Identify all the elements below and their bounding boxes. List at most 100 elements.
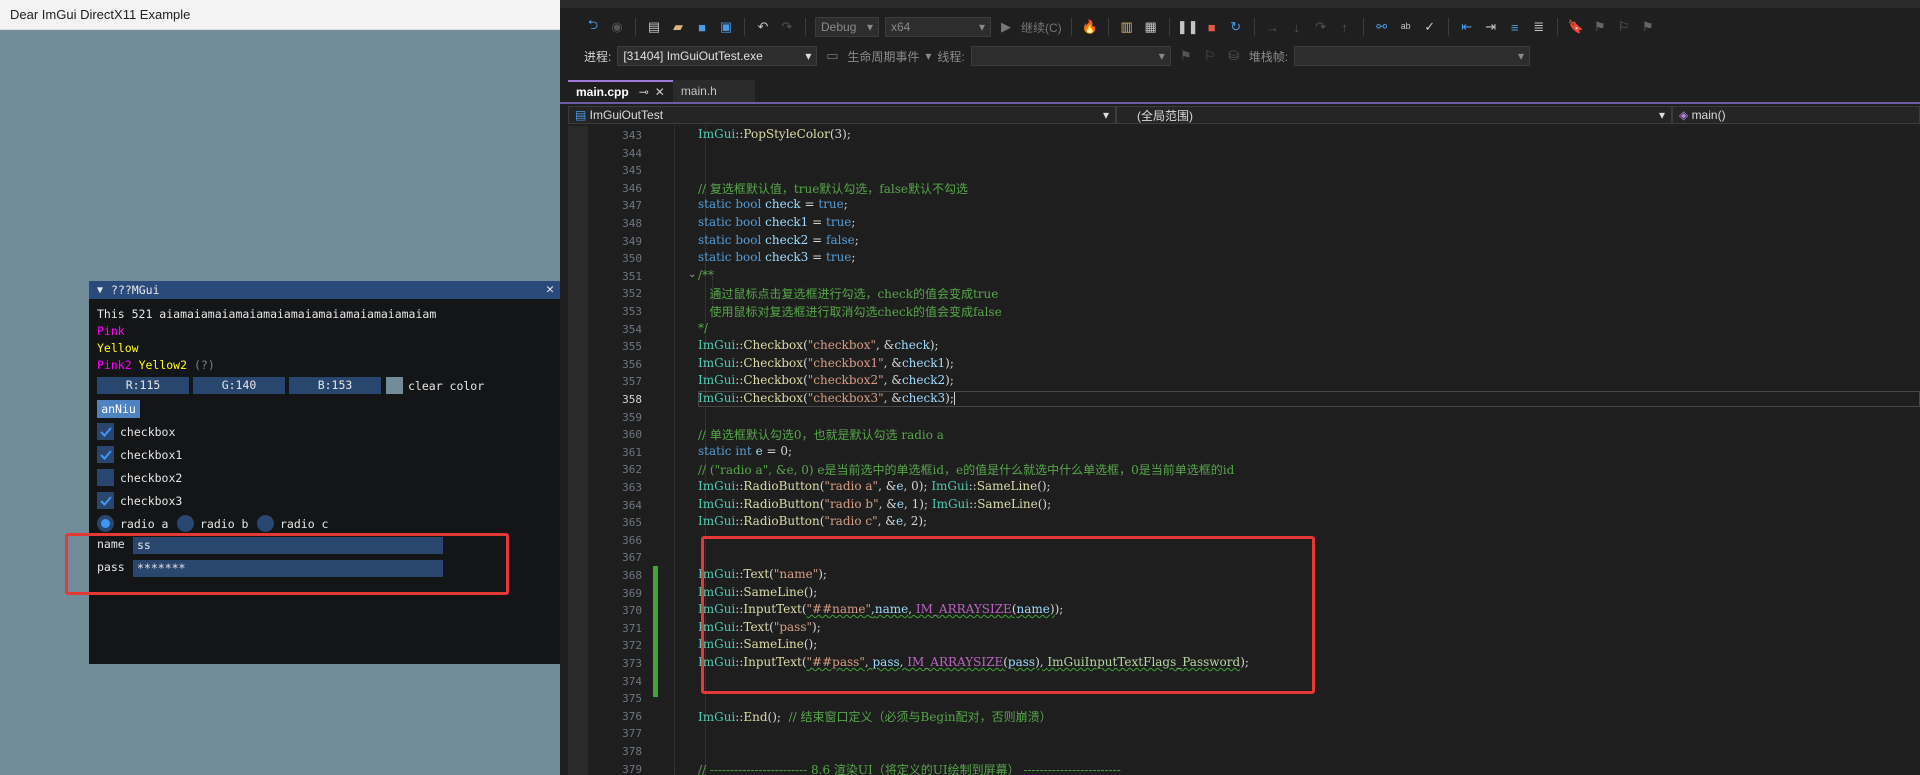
- flag-thread-icon[interactable]: ⚐: [1201, 47, 1219, 65]
- checkbox1-box[interactable]: [97, 446, 114, 463]
- checkbox2-box[interactable]: [97, 469, 114, 486]
- radio-a-dot[interactable]: [97, 515, 114, 532]
- pin-icon[interactable]: ⊸: [639, 85, 649, 99]
- checkbox-row[interactable]: checkbox: [97, 423, 175, 440]
- radio-b[interactable]: radio b: [177, 515, 248, 532]
- close-tab-icon[interactable]: ✕: [655, 85, 665, 99]
- radio-c-dot[interactable]: [257, 515, 274, 532]
- tab-main-h[interactable]: main.h: [672, 80, 755, 102]
- scope-dropdown[interactable]: (全局范围) ▾: [1116, 106, 1672, 124]
- code-line[interactable]: // 单选框默认勾选0，也就是默认勾选 radio a: [698, 426, 944, 443]
- code-line[interactable]: ImGui::RadioButton("radio a", &e, 0); Im…: [698, 479, 1051, 493]
- line-number: 361: [622, 445, 642, 459]
- line-number: 347: [622, 199, 642, 213]
- redo-icon[interactable]: ↷: [778, 18, 796, 36]
- step-over-icon[interactable]: ↷: [1312, 18, 1330, 36]
- code-line[interactable]: ImGui::Checkbox("checkbox2", &check2);: [698, 373, 954, 387]
- restart-icon[interactable]: ↻: [1227, 18, 1245, 36]
- code-line[interactable]: ImGui::RadioButton("radio c", &e, 2);: [698, 514, 927, 528]
- code-line[interactable]: 使用鼠标对复选框进行取消勾选check的值会变成false: [698, 303, 1001, 320]
- outdent-icon[interactable]: ⇥: [1482, 18, 1500, 36]
- code-line[interactable]: static bool check3 = true;: [698, 250, 855, 264]
- imgui-titlebar[interactable]: ▼ ???MGui ✕: [89, 281, 560, 299]
- checkbox3-row[interactable]: checkbox3: [97, 492, 182, 509]
- layout-icon[interactable]: ▦: [1142, 18, 1160, 36]
- play-icon[interactable]: ▶: [997, 18, 1015, 36]
- stop-icon[interactable]: ■: [1203, 18, 1221, 36]
- radio-b-dot[interactable]: [177, 515, 194, 532]
- checkbox1-row[interactable]: checkbox1: [97, 446, 182, 463]
- thread-select[interactable]: ▾: [970, 46, 1171, 66]
- checkbox2-row[interactable]: checkbox2: [97, 469, 182, 486]
- collapse-chevron-icon[interactable]: ⌄: [688, 269, 696, 280]
- code-line[interactable]: */: [698, 321, 708, 335]
- step-out-icon[interactable]: ↑: [1336, 18, 1354, 36]
- tab-main-cpp[interactable]: main.cpp ⊸ ✕: [568, 80, 673, 102]
- code-line[interactable]: ImGui::Checkbox("checkbox1", &check1);: [698, 356, 954, 370]
- imgui-window[interactable]: ▼ ???MGui ✕ This 521 aiamaiamaiamaiamaia…: [89, 281, 560, 664]
- filter-icon[interactable]: ⛁: [1225, 47, 1243, 65]
- new-project-icon[interactable]: ▤: [645, 18, 663, 36]
- spell-check-icon[interactable]: ᵃᵇ: [1397, 18, 1415, 36]
- flag-icon[interactable]: ⚑: [1177, 47, 1195, 65]
- configuration-select[interactable]: Debug ▾: [815, 17, 879, 37]
- code-map-icon[interactable]: ⚯: [1373, 18, 1391, 36]
- lifecycle-label[interactable]: 生命周期事件: [847, 48, 919, 65]
- code-line[interactable]: ImGui::Checkbox("checkbox", &check);: [698, 338, 939, 352]
- host-titlebar[interactable]: Dear ImGui DirectX11 Example: [0, 0, 560, 30]
- back-icon[interactable]: ⮌: [584, 17, 602, 36]
- code-line[interactable]: static bool check1 = true;: [698, 215, 855, 229]
- radio-a[interactable]: radio a: [97, 515, 168, 532]
- color-swatch[interactable]: [386, 377, 403, 394]
- check-icon[interactable]: ✓: [1421, 18, 1439, 36]
- code-line[interactable]: ImGui::End(); // 结束窗口定义（必须与Begin配对，否则崩溃）: [698, 708, 1052, 725]
- help-marker[interactable]: (?): [194, 358, 215, 372]
- browse-icon[interactable]: ▥: [1118, 18, 1136, 36]
- bookmark-next-icon[interactable]: ⚐: [1615, 18, 1633, 36]
- code-editor[interactable]: ⌄ 343 ImGui::PopStyleColor(3); 344 345 346//…: [568, 126, 1920, 775]
- indent-icon[interactable]: ⇤: [1458, 18, 1476, 36]
- undo-icon[interactable]: ↶: [754, 18, 772, 36]
- collapse-triangle-icon[interactable]: ▼: [97, 285, 103, 296]
- uncomment-icon[interactable]: ≣: [1530, 18, 1548, 36]
- open-folder-icon[interactable]: ▰: [669, 18, 687, 36]
- code-line[interactable]: static bool check = true;: [698, 197, 848, 211]
- save-icon[interactable]: ■: [693, 18, 711, 36]
- code-line[interactable]: static bool check2 = false;: [698, 233, 859, 247]
- stackframe-select[interactable]: ▾: [1294, 46, 1531, 66]
- member-dropdown[interactable]: ◈ main(): [1672, 106, 1920, 124]
- bookmark-clear-icon[interactable]: ⚑: [1639, 18, 1657, 36]
- close-icon[interactable]: ✕: [546, 282, 554, 297]
- code-line[interactable]: ImGui::PopStyleColor(3);: [698, 127, 851, 141]
- color-g-field[interactable]: G:140: [193, 377, 285, 394]
- checkbox3-box[interactable]: [97, 492, 114, 509]
- checkbox-box[interactable]: [97, 423, 114, 440]
- code-line[interactable]: /**: [698, 268, 714, 282]
- code-line[interactable]: ImGui::RadioButton("radio b", &e, 1); Im…: [698, 497, 1051, 511]
- continue-label[interactable]: 继续(C): [1021, 19, 1062, 36]
- code-line[interactable]: // ------------------------ 8.6 渲染UI（将定义…: [698, 761, 1121, 775]
- bookmark-icon[interactable]: 🔖: [1567, 18, 1585, 36]
- show-next-statement-icon[interactable]: →: [1264, 18, 1282, 36]
- bookmark-prev-icon[interactable]: ⚑: [1591, 18, 1609, 36]
- lifecycle-icon[interactable]: ▭: [823, 47, 841, 65]
- color-b-field[interactable]: B:153: [289, 377, 381, 394]
- code-line[interactable]: static int e = 0;: [698, 444, 792, 458]
- process-select[interactable]: [31404] ImGuiOutTest.exe ▾: [617, 46, 818, 66]
- save-all-icon[interactable]: ▣: [717, 18, 735, 36]
- code-line[interactable]: // ("radio a", &e, 0) e是当前选中的单选框id，e的值是什…: [698, 461, 1234, 478]
- color-r-field[interactable]: R:115: [97, 377, 189, 394]
- hot-reload-icon[interactable]: 🔥: [1081, 18, 1099, 36]
- forward-icon[interactable]: ◉: [608, 18, 626, 36]
- anniu-button[interactable]: anNiu: [97, 400, 140, 418]
- project-dropdown[interactable]: ▤ ImGuiOutTest ▾: [568, 106, 1116, 124]
- platform-select[interactable]: x64 ▾: [885, 17, 991, 37]
- code-line[interactable]: 通过鼠标点击复选框进行勾选，check的值会变成true: [698, 285, 998, 302]
- pause-icon[interactable]: ❚❚: [1177, 18, 1199, 36]
- code-line[interactable]: ImGui::Checkbox("checkbox3", &check3);: [698, 391, 955, 405]
- indent-guide: [674, 126, 675, 775]
- comment-icon[interactable]: ≡: [1506, 18, 1524, 36]
- radio-c[interactable]: radio c: [257, 515, 328, 532]
- code-line[interactable]: // 复选框默认值，true默认勾选，false默认不勾选: [698, 180, 968, 197]
- step-into-icon[interactable]: ↓: [1288, 18, 1306, 36]
